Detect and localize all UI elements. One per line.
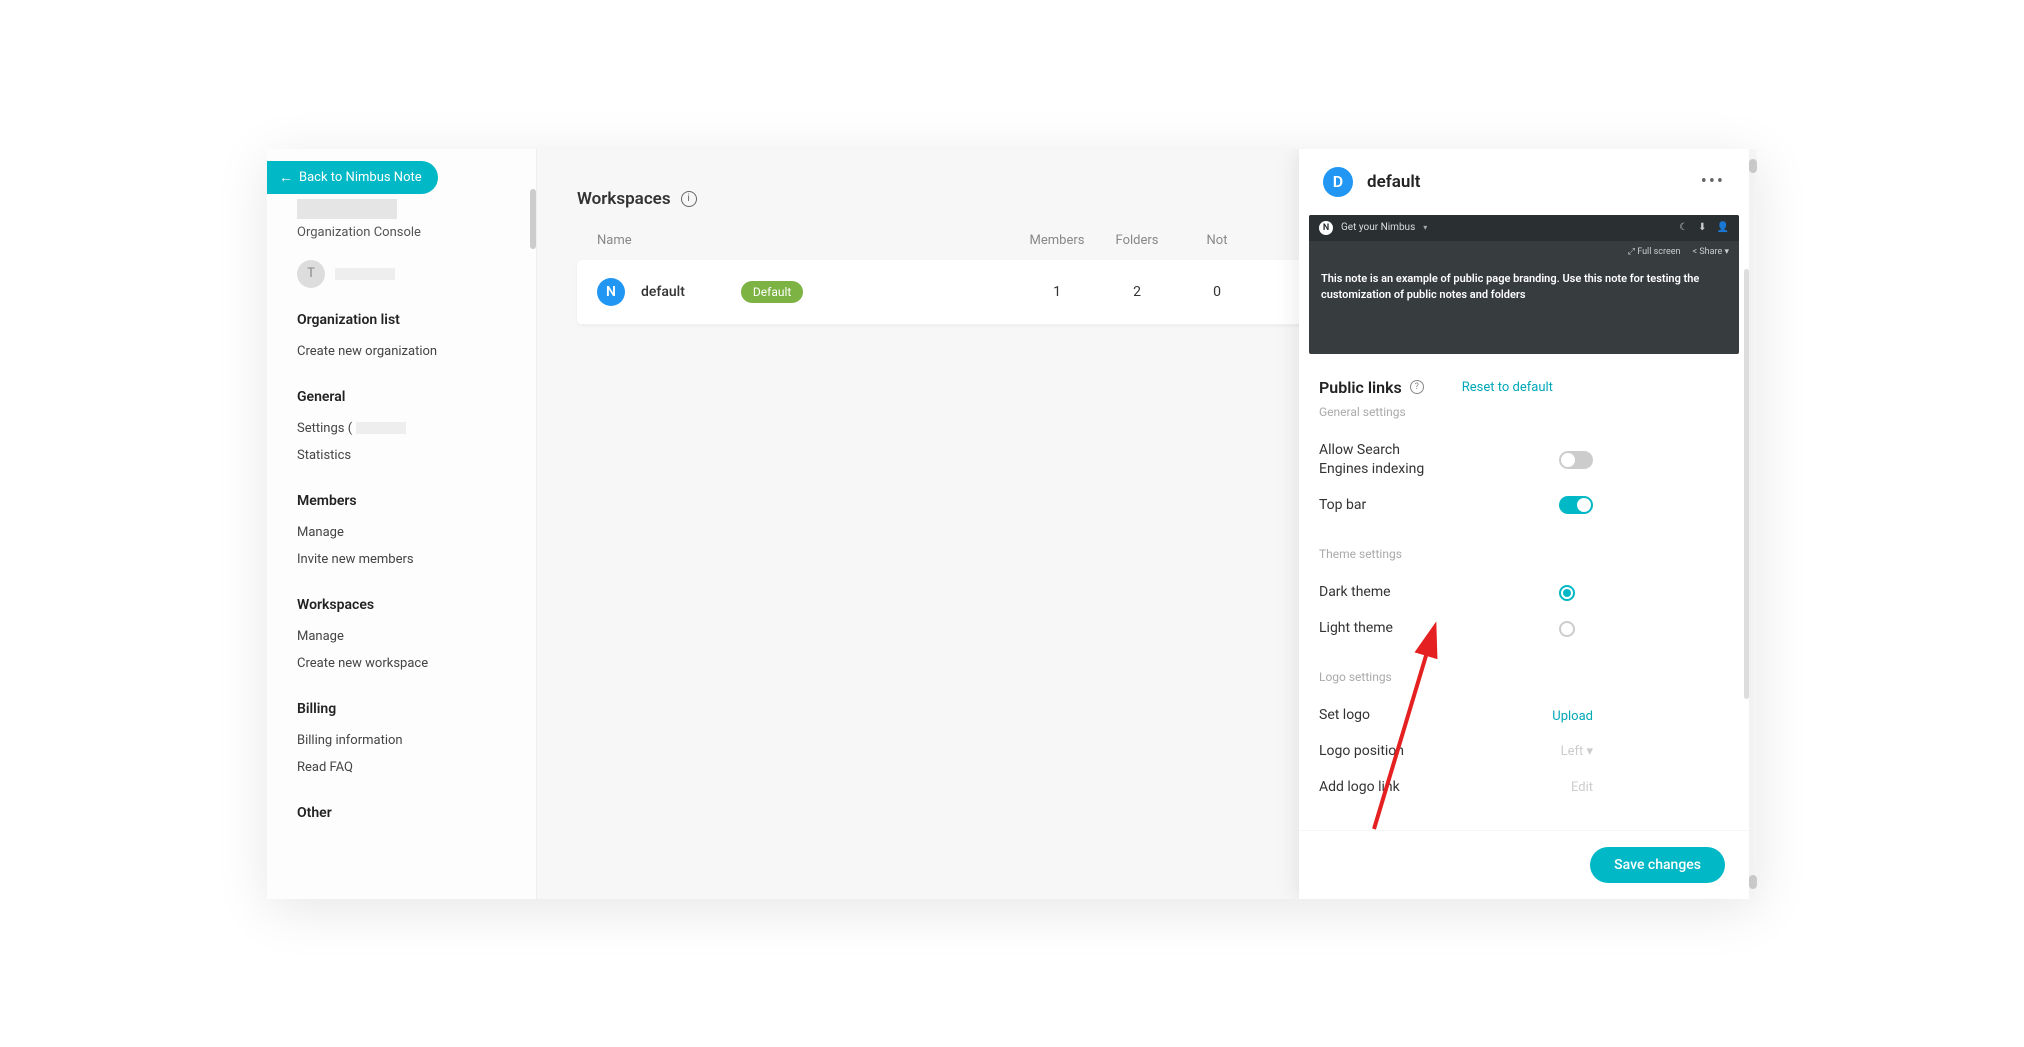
nav-item-settings-label: Settings ( bbox=[297, 421, 352, 436]
nav-item-create-workspace[interactable]: Create new workspace bbox=[297, 650, 516, 677]
logo-settings-heading: Logo settings bbox=[1319, 670, 1729, 684]
back-button-label: Back to Nimbus Note bbox=[299, 170, 422, 185]
public-links-header: Public links ? Reset to default bbox=[1319, 378, 1729, 397]
preview-content-text: This note is an example of public page b… bbox=[1309, 263, 1739, 354]
setting-set-logo: Set logo Upload bbox=[1319, 698, 1729, 734]
add-logo-link-label: Add logo link bbox=[1319, 778, 1400, 798]
reset-to-default-link[interactable]: Reset to default bbox=[1462, 380, 1553, 395]
preview-subbar: ⤢ Full screen < Share ▾ bbox=[1309, 241, 1739, 263]
more-menu-icon[interactable]: ••• bbox=[1701, 171, 1725, 192]
light-theme-radio[interactable] bbox=[1559, 621, 1575, 637]
share-icon: < Share ▾ bbox=[1693, 247, 1730, 257]
nav-item-statistics[interactable]: Statistics bbox=[297, 442, 516, 469]
back-to-nimbus-button[interactable]: ← Back to Nimbus Note bbox=[267, 161, 438, 194]
download-icon: ⬇ bbox=[1698, 222, 1706, 233]
logo-position-value[interactable]: Left ▾ bbox=[1561, 744, 1593, 759]
settings-panel: D default ••• N Get your Nimbus ▾ ☾ ⬇ 👤 … bbox=[1299, 149, 1749, 899]
th-members: Members bbox=[1017, 233, 1097, 248]
nav-section-workspaces: Workspaces Manage Create new workspace bbox=[297, 597, 516, 677]
edit-link[interactable]: Edit bbox=[1571, 780, 1593, 795]
user-icon: 👤 bbox=[1717, 222, 1729, 233]
nav-header-billing: Billing bbox=[297, 701, 516, 717]
fullscreen-icon: ⤢ Full screen bbox=[1628, 247, 1681, 257]
th-name: Name bbox=[597, 233, 1017, 248]
nimbus-logo-icon: N bbox=[1319, 221, 1333, 235]
user-row[interactable]: T bbox=[297, 260, 516, 288]
th-notes: Not bbox=[1177, 233, 1257, 248]
org-console-label: Organization Console bbox=[297, 225, 516, 240]
page-title: Workspaces bbox=[577, 189, 671, 209]
setting-dark-theme: Dark theme bbox=[1319, 575, 1729, 611]
dark-theme-radio[interactable] bbox=[1559, 585, 1575, 601]
nav-item-read-faq[interactable]: Read FAQ bbox=[297, 754, 516, 781]
nav-item-manage-workspaces[interactable]: Manage bbox=[297, 623, 516, 650]
setting-add-logo-link: Add logo link Edit bbox=[1319, 770, 1729, 806]
allow-search-label: Allow Search Engines indexing bbox=[1319, 441, 1449, 480]
upload-link[interactable]: Upload bbox=[1552, 709, 1593, 724]
row-members: 1 bbox=[1017, 284, 1097, 300]
light-theme-label: Light theme bbox=[1319, 619, 1393, 639]
chevron-down-icon: ▾ bbox=[1423, 223, 1427, 232]
moon-icon: ☾ bbox=[1679, 222, 1688, 233]
user-name-placeholder bbox=[335, 268, 395, 280]
nav-section-general: General Settings ( Statistics bbox=[297, 389, 516, 469]
nav-header-org-list: Organization list bbox=[297, 312, 516, 328]
workspace-avatar: N bbox=[597, 278, 625, 306]
nav-item-create-org[interactable]: Create new organization bbox=[297, 338, 516, 365]
default-badge: Default bbox=[741, 281, 803, 303]
dark-theme-label: Dark theme bbox=[1319, 583, 1391, 603]
nav-item-manage-members[interactable]: Manage bbox=[297, 519, 516, 546]
info-icon[interactable]: i bbox=[681, 191, 697, 207]
nav-section-other: Other bbox=[297, 805, 516, 821]
allow-search-toggle[interactable] bbox=[1559, 451, 1593, 469]
nav-section-members: Members Manage Invite new members bbox=[297, 493, 516, 573]
nav-header-members: Members bbox=[297, 493, 516, 509]
top-bar-toggle[interactable] bbox=[1559, 496, 1593, 514]
logo-position-label: Logo position bbox=[1319, 742, 1404, 762]
setting-light-theme: Light theme bbox=[1319, 611, 1729, 647]
nav-header-general: General bbox=[297, 389, 516, 405]
setting-top-bar: Top bar bbox=[1319, 488, 1729, 524]
panel-title: default bbox=[1367, 172, 1687, 192]
panel-header: D default ••• bbox=[1299, 149, 1749, 215]
nav-item-invite-members[interactable]: Invite new members bbox=[297, 546, 516, 573]
panel-body: N Get your Nimbus ▾ ☾ ⬇ 👤 ⤢ Full screen … bbox=[1299, 215, 1749, 830]
outer-scrollbar-top[interactable] bbox=[1749, 159, 1757, 173]
preview-box: N Get your Nimbus ▾ ☾ ⬇ 👤 ⤢ Full screen … bbox=[1309, 215, 1739, 354]
sidebar: Organization Console T Organization list… bbox=[267, 149, 537, 899]
row-folders: 2 bbox=[1097, 284, 1177, 300]
setting-logo-position: Logo position Left ▾ bbox=[1319, 734, 1729, 770]
preview-topbar: N Get your Nimbus ▾ ☾ ⬇ 👤 bbox=[1309, 215, 1739, 241]
nav-item-billing-info[interactable]: Billing information bbox=[297, 727, 516, 754]
nav-section-org-list: Organization list Create new organizatio… bbox=[297, 312, 516, 365]
general-settings-heading: General settings bbox=[1319, 405, 1729, 419]
app-root: ← Back to Nimbus Note Organization Conso… bbox=[267, 149, 1757, 899]
sidebar-scrollbar[interactable] bbox=[530, 189, 536, 249]
preview-brand: Get your Nimbus bbox=[1341, 222, 1415, 233]
nav-header-other: Other bbox=[297, 805, 516, 821]
nav-header-workspaces: Workspaces bbox=[297, 597, 516, 613]
workspace-name: default bbox=[641, 284, 685, 300]
panel-avatar: D bbox=[1323, 167, 1353, 197]
setting-allow-search: Allow Search Engines indexing bbox=[1319, 433, 1729, 488]
row-notes: 0 bbox=[1177, 284, 1257, 300]
nav-item-settings[interactable]: Settings ( bbox=[297, 415, 516, 442]
help-icon[interactable]: ? bbox=[1410, 380, 1424, 394]
user-avatar: T bbox=[297, 260, 325, 288]
public-links-title: Public links bbox=[1319, 378, 1402, 397]
panel-scrollbar[interactable] bbox=[1744, 269, 1749, 699]
org-logo-placeholder bbox=[297, 199, 397, 219]
panel-footer: Save changes bbox=[1299, 830, 1749, 899]
th-folders: Folders bbox=[1097, 233, 1177, 248]
set-logo-label: Set logo bbox=[1319, 706, 1370, 726]
arrow-left-icon: ← bbox=[279, 169, 293, 186]
save-changes-button[interactable]: Save changes bbox=[1590, 847, 1725, 883]
outer-scrollbar-bottom[interactable] bbox=[1749, 875, 1757, 889]
nav-section-billing: Billing Billing information Read FAQ bbox=[297, 701, 516, 781]
theme-settings-heading: Theme settings bbox=[1319, 547, 1729, 561]
settings-mask bbox=[356, 422, 406, 434]
top-bar-label: Top bar bbox=[1319, 496, 1366, 516]
